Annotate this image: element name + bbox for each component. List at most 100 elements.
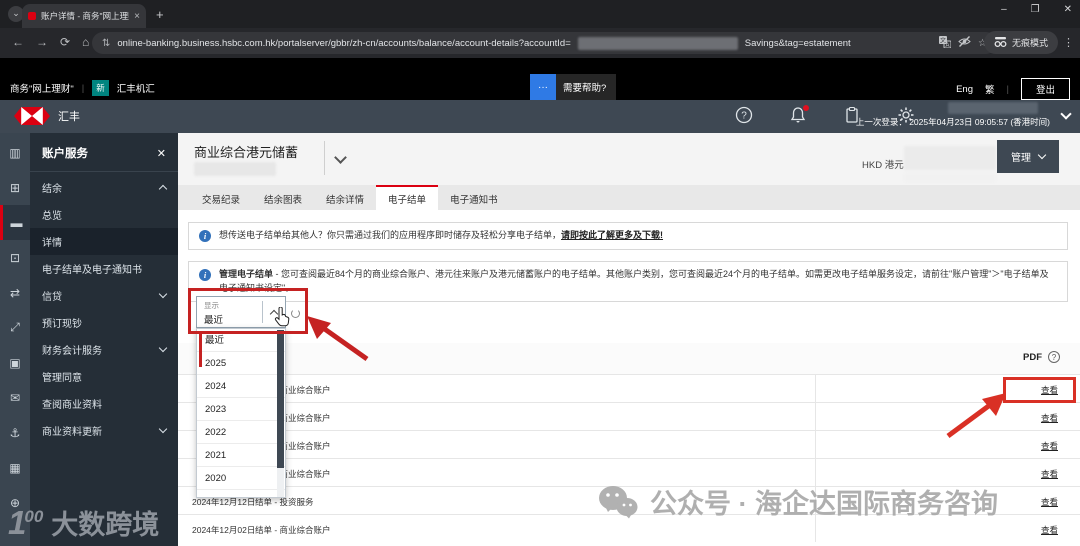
wechat-watermark: 公众号 · 海企达国际商务咨询: [598, 482, 998, 521]
sidebar-item-details[interactable]: 详情: [30, 228, 178, 255]
svg-text:A: A: [946, 43, 950, 48]
view-link[interactable]: 查看: [1041, 468, 1058, 480]
sidebar-close-icon[interactable]: ✕: [157, 147, 166, 160]
option-2020[interactable]: 2020: [197, 467, 285, 490]
window-close-button[interactable]: ✕: [1064, 4, 1072, 15]
tab-close-icon[interactable]: ×: [134, 11, 140, 22]
new-badge: 新: [92, 80, 109, 96]
currency-label: HKD 港元: [862, 160, 904, 171]
tab-estatement[interactable]: 电子结单: [376, 185, 439, 210]
sidebar-item-overview[interactable]: 总览: [30, 201, 178, 228]
browser-menu-icon[interactable]: ⋮: [1063, 36, 1074, 49]
chevron-down-icon: [158, 343, 168, 353]
option-2025[interactable]: 2025: [197, 352, 285, 375]
redacted-account-id: [577, 36, 738, 50]
rail-accounts-icon[interactable]: ▬: [0, 205, 30, 240]
learn-more-link[interactable]: 请即按此了解更多及下载!: [561, 230, 663, 240]
view-link[interactable]: 查看: [1041, 412, 1058, 424]
hsbc-brand-text: 汇丰: [58, 111, 80, 123]
forward-icon[interactable]: →: [36, 35, 48, 49]
tab-transactions[interactable]: 交易纪录: [190, 185, 252, 210]
redacted-company-name: [948, 102, 1038, 114]
annotation-arrow-dropdown: [307, 316, 369, 362]
annotation-line: [199, 334, 202, 367]
sidebar-item-balances[interactable]: 结余: [30, 174, 178, 201]
option-2024[interactable]: 2024: [197, 375, 285, 398]
sidebar-item-credit[interactable]: 信贷: [30, 282, 178, 309]
view-link[interactable]: 查看: [1041, 524, 1058, 536]
info-banner-manage: i 管理电子结单 - 您可查阅最近84个月的商业综合账户、港元往来账户及港元储蓄…: [188, 261, 1068, 302]
chevron-up-icon: [158, 184, 168, 194]
need-help-button[interactable]: ··· 需要帮助?: [530, 74, 617, 100]
lang-english-link[interactable]: Eng: [956, 84, 973, 95]
help-icon[interactable]: ?: [735, 106, 753, 124]
cursor-hand-icon: [274, 307, 290, 327]
logout-button[interactable]: 登出: [1020, 78, 1070, 100]
browser-tab[interactable]: 账户详情 - 商务"网上理财" ×: [22, 4, 146, 28]
dropdown-scrollbar[interactable]: [277, 330, 284, 497]
sidebar-title: 账户服务: [42, 148, 88, 160]
rail-wallet-icon[interactable]: ▣: [0, 345, 30, 380]
view-link[interactable]: 查看: [1041, 496, 1058, 508]
site-brand[interactable]: 商务"网上理财": [10, 81, 74, 95]
address-bar[interactable]: ⇅ online-banking.business.hsbc.com.hk/po…: [92, 32, 997, 54]
hsbc-favicon-icon: [28, 12, 36, 20]
option-2023[interactable]: 2023: [197, 398, 285, 421]
account-chevron-down-icon[interactable]: [334, 151, 347, 164]
window-restore-button[interactable]: ❐: [1031, 4, 1040, 15]
rail-business-icon[interactable]: ▥: [0, 135, 30, 170]
notifications-bell-icon[interactable]: [789, 105, 809, 124]
rail-payments-icon[interactable]: ⊡: [0, 240, 30, 275]
redacted-account-number: [194, 162, 276, 176]
annotation-box-view-link: [1003, 377, 1076, 403]
view-link[interactable]: 查看: [1041, 440, 1058, 452]
sidebar-item-finance-accounting[interactable]: 财务会计服务: [30, 336, 178, 363]
translate-icon[interactable]: 文A: [939, 35, 952, 51]
lang-traditional-link[interactable]: 繁: [985, 82, 995, 96]
account-header: 商业综合港元储蓄 HKD 港元 管理: [178, 133, 1080, 185]
info-icon: i: [199, 230, 211, 242]
rail-offers-icon[interactable]: ⊞: [0, 170, 30, 205]
option-2022[interactable]: 2022: [197, 421, 285, 444]
url-suffix-text: Savings&tag=estatement: [744, 37, 851, 49]
sidebar-item-business-info-update[interactable]: 商业资料更新: [30, 417, 178, 444]
sidebar-item-view-business-info[interactable]: 查阅商业资料: [30, 390, 178, 417]
rail-trade-icon[interactable]: ⚓: [0, 415, 30, 450]
info-banner-share: i 想传送电子结单给其他人？你只需通过我们的应用程序即时储存及轻松分享电子结单，…: [188, 222, 1068, 250]
rail-transfers-icon[interactable]: ⇄: [0, 275, 30, 310]
period-dropdown-list: 最近 2025 2024 2023 2022 2021 2020 2019: [196, 328, 286, 498]
option-2019[interactable]: 2019: [197, 490, 285, 497]
pdf-column-label: PDF: [1023, 352, 1042, 363]
home-icon[interactable]: ⌂: [82, 35, 89, 49]
rail-mail-icon[interactable]: ✉: [0, 380, 30, 415]
chevron-down-icon: [1037, 150, 1047, 160]
hsbc-header: 汇丰 ? 上一次登录： 2025年04月23日 09:05:57 (香港时间): [0, 100, 1080, 133]
window-minimize-button[interactable]: –: [1001, 4, 1007, 15]
hsbc-logo-icon: [14, 107, 50, 125]
site-info-icon[interactable]: ⇅: [102, 38, 110, 49]
eye-off-icon[interactable]: [958, 35, 971, 51]
back-icon[interactable]: ←: [12, 35, 24, 49]
reload-icon[interactable]: ⟳: [60, 35, 70, 49]
sidebar-item-manage-consent[interactable]: 管理同意: [30, 363, 178, 390]
notification-dot: [803, 105, 809, 111]
option-2021[interactable]: 2021: [197, 444, 285, 467]
rail-reports-icon[interactable]: ⤢: [0, 310, 30, 345]
divider: |: [1006, 83, 1009, 95]
tab-balance-chart[interactable]: 结余图表: [252, 185, 314, 210]
rail-video-icon[interactable]: ▦: [0, 450, 30, 485]
profile-chevron-down-icon[interactable]: [1060, 108, 1072, 120]
sidebar-icon-rail: ▥ ⊞ ▬ ⊡ ⇄ ⤢ ▣ ✉ ⚓ ▦ ⊕: [0, 133, 30, 546]
tab-eadvice[interactable]: 电子通知书: [438, 185, 510, 210]
account-tabs: 交易纪录 结余图表 结余详情 电子结单 电子通知书: [178, 185, 1080, 210]
new-tab-button[interactable]: +: [156, 7, 164, 22]
manage-button[interactable]: 管理: [997, 140, 1059, 173]
redacted-balance-sub: [904, 173, 996, 182]
hsbcnet-link[interactable]: 汇丰机汇: [117, 81, 155, 95]
annotation-box-dropdown: [188, 288, 308, 334]
site-utility-bar: 商务"网上理财" | 新 汇丰机汇 ··· 需要帮助? Eng 繁 | 登出: [0, 58, 1080, 100]
sidebar-item-order-banknotes[interactable]: 预订现钞: [30, 309, 178, 336]
pdf-help-icon[interactable]: ?: [1048, 351, 1060, 363]
sidebar-item-estatements[interactable]: 电子结单及电子通知书: [30, 255, 178, 282]
tab-balance-details[interactable]: 结余详情: [314, 185, 376, 210]
